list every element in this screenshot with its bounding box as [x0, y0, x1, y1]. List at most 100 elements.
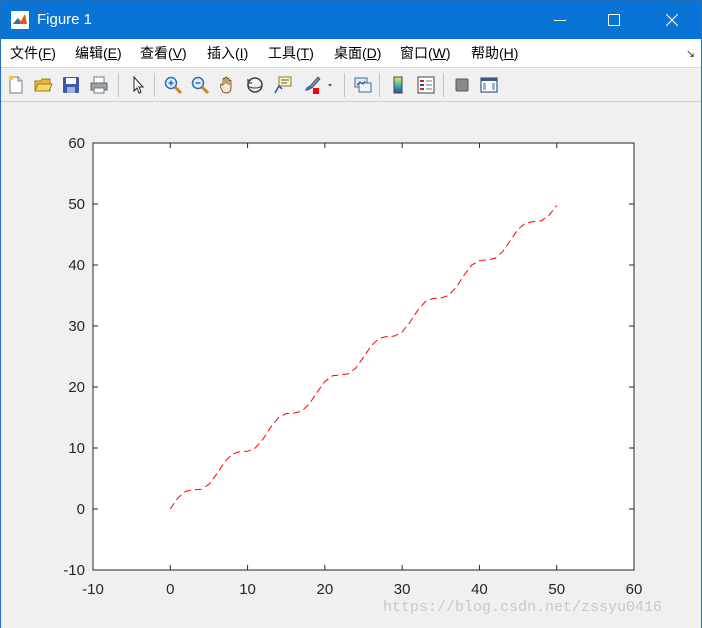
plot-axes-box — [92, 142, 635, 571]
menu-edit-accel: E — [107, 45, 118, 61]
figure-window: Figure 1 文件(F) 编辑(E) 查看(V) 插入(I) 工具(T) 桌… — [0, 0, 702, 628]
menu-view-label: 查看( — [140, 45, 173, 61]
menu-view-tail: ) — [182, 45, 187, 61]
y-tick-label: 60 — [68, 135, 85, 152]
x-tick-label: 0 — [166, 581, 174, 598]
data-cursor-button[interactable] — [271, 73, 295, 97]
menu-view[interactable]: 查看(V) — [140, 45, 187, 62]
toolbar-separator — [154, 73, 155, 97]
x-tick-label: 10 — [239, 581, 256, 598]
save-icon — [63, 77, 79, 93]
x-tick-label: 50 — [548, 581, 565, 598]
menu-edit-tail: ) — [117, 45, 122, 61]
menu-collapse-arrow-icon[interactable]: ↘ — [686, 47, 695, 60]
hide-plot-tools-button[interactable] — [450, 73, 474, 97]
y-tick-label: 10 — [68, 440, 85, 457]
x-tick-label: 60 — [626, 581, 643, 598]
menu-tools-accel: T — [300, 45, 310, 61]
title-bar[interactable]: Figure 1 — [1, 1, 701, 39]
menu-insert-tail: ) — [243, 45, 249, 61]
edit-plot-button[interactable] — [126, 73, 150, 97]
menu-desktop-label: 桌面( — [334, 45, 367, 61]
minimize-button[interactable] — [533, 1, 587, 39]
show-plot-tools-icon — [480, 77, 498, 93]
menu-window-tail: ) — [445, 45, 451, 61]
menu-edit-label: 编辑( — [75, 45, 108, 61]
data-cursor-icon — [274, 76, 292, 94]
window-title: Figure 1 — [37, 11, 93, 28]
menu-file[interactable]: 文件(F) — [10, 45, 56, 62]
new-figure-button[interactable] — [4, 73, 28, 97]
insert-colorbar-button[interactable] — [386, 73, 410, 97]
link-plot-icon — [354, 77, 372, 93]
rotate-3d-button[interactable] — [243, 73, 267, 97]
menu-window-label: 窗口( — [400, 45, 433, 61]
y-tick-label: 40 — [68, 257, 85, 274]
menu-desktop[interactable]: 桌面(D) — [334, 45, 381, 62]
menu-help-tail: ) — [513, 45, 519, 61]
toolbar-separator — [118, 73, 119, 97]
y-tick-label: 30 — [68, 318, 85, 335]
toolbar-separator — [344, 73, 345, 97]
y-tick-label: 50 — [68, 196, 85, 213]
figure-canvas: -10 0 10 20 30 40 50 60 -10 0 10 20 30 40 50 60 — [1, 102, 701, 628]
x-tick-label: 40 — [471, 581, 488, 598]
menu-tools-label: 工具( — [268, 45, 301, 61]
menu-edit[interactable]: 编辑(E) — [75, 45, 122, 62]
hide-plot-tools-icon — [455, 78, 469, 92]
pan-button[interactable] — [215, 73, 239, 97]
y-tick-label: 20 — [68, 379, 85, 396]
toolbar-separator — [379, 73, 380, 97]
watermark-text: https://blog.csdn.net/zssyu0416 — [383, 599, 663, 616]
new-figure-icon — [8, 75, 23, 94]
menu-view-accel: V — [172, 45, 183, 61]
maximize-icon — [608, 14, 620, 26]
brush-button[interactable] — [299, 73, 323, 97]
legend-icon — [417, 76, 435, 94]
y-tick-label: 0 — [77, 501, 85, 518]
save-button[interactable] — [59, 73, 83, 97]
menu-file-tail: ) — [51, 45, 56, 61]
close-button[interactable] — [645, 1, 699, 39]
open-file-icon — [34, 78, 53, 92]
colorbar-icon — [393, 76, 403, 94]
open-file-button[interactable] — [31, 73, 55, 97]
menu-tools[interactable]: 工具(T) — [268, 45, 314, 62]
menu-insert-label: 插入( — [207, 45, 240, 61]
minimize-icon — [554, 20, 566, 21]
menu-desktop-tail: ) — [376, 45, 382, 61]
zoom-out-icon — [191, 76, 210, 95]
pan-hand-icon — [220, 76, 232, 94]
print-icon — [90, 76, 108, 94]
menu-help[interactable]: 帮助(H) — [471, 45, 518, 62]
x-tick-label: -10 — [82, 581, 104, 598]
brush-dropdown-button[interactable] — [323, 73, 337, 97]
y-tick-label: -10 — [63, 562, 85, 579]
figure-toolbar — [1, 68, 701, 102]
line-plot: -10 0 10 20 30 40 50 60 -10 0 10 20 30 40 50 60 — [63, 135, 643, 598]
insert-legend-button[interactable] — [414, 73, 438, 97]
close-icon — [666, 14, 678, 26]
x-tick-label: 20 — [317, 581, 334, 598]
x-tick-label: 30 — [394, 581, 411, 598]
menu-file-accel: F — [42, 45, 52, 61]
menu-bar: 文件(F) 编辑(E) 查看(V) 插入(I) 工具(T) 桌面(D) 窗口(W… — [1, 39, 701, 68]
matlab-logo-icon — [11, 11, 29, 29]
menu-file-label: 文件( — [10, 45, 43, 61]
chevron-down-icon — [327, 84, 333, 87]
print-button[interactable] — [87, 73, 111, 97]
menu-insert[interactable]: 插入(I) — [207, 45, 248, 62]
zoom-out-button[interactable] — [188, 73, 212, 97]
menu-window[interactable]: 窗口(W) — [400, 45, 451, 62]
menu-desktop-accel: D — [366, 45, 377, 61]
zoom-in-button[interactable] — [161, 73, 185, 97]
toolbar-separator — [443, 73, 444, 97]
brush-icon — [305, 76, 321, 94]
menu-help-accel: H — [503, 45, 514, 61]
link-plot-button[interactable] — [351, 73, 375, 97]
pointer-icon — [133, 75, 145, 94]
menu-tools-tail: ) — [309, 45, 314, 61]
show-plot-tools-button[interactable] — [477, 73, 501, 97]
maximize-button[interactable] — [587, 1, 641, 39]
zoom-in-icon — [164, 76, 183, 95]
